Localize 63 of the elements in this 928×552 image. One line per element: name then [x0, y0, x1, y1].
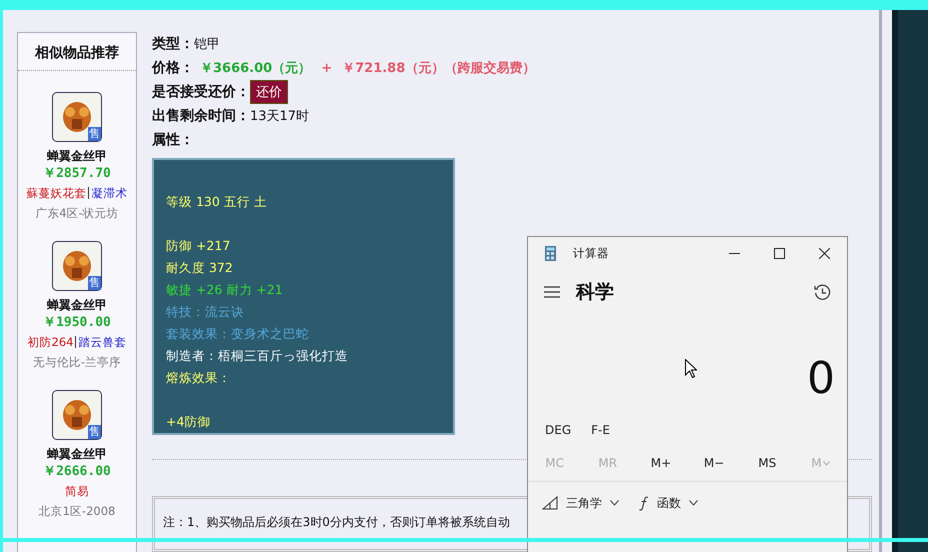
- type-value: 铠甲: [194, 36, 220, 54]
- option-button[interactable]: DEG: [535, 415, 582, 445]
- stat-line: 套装效果：变身术之巴蛇: [166, 325, 310, 344]
- note-text: 注：1、购买物品后必须在3时0分内支付，否则订单将被系统自动: [162, 515, 510, 530]
- function-menu[interactable]: 函数: [635, 490, 702, 516]
- time-value: 13天17时: [250, 108, 310, 126]
- item-tag: 踏云兽套: [78, 332, 126, 352]
- item-tag: 蘇蔓妖花套: [26, 183, 86, 203]
- sale-badge: 售: [88, 276, 101, 290]
- server-name: 无与伦比-兰亭序: [32, 354, 122, 371]
- menu-icon[interactable]: [544, 286, 560, 298]
- memory-button[interactable]: M−: [688, 445, 741, 481]
- sale-badge: 售: [88, 127, 101, 141]
- server-name: 广东4区-状元坊: [35, 205, 119, 222]
- attributes-label: 属性：: [152, 131, 194, 150]
- stat-line: 敏捷 +26 耐力 +21: [166, 281, 284, 300]
- time-label: 出售剩余时间：: [152, 107, 250, 126]
- sale-badge: 售: [88, 425, 101, 439]
- stat-line: 防御 +217: [166, 237, 232, 256]
- type-label: 类型：: [152, 35, 194, 54]
- function-menu[interactable]: 三角学: [538, 490, 623, 516]
- stat-line: +4防御: [166, 413, 212, 432]
- sidebar-title: 相似物品推荐: [18, 33, 136, 71]
- stat-line: 熔炼效果：: [166, 369, 232, 388]
- item-name[interactable]: 蝉翼金丝甲: [46, 148, 107, 165]
- stat-line: 制造者：梧桐三百斤っ强化打造: [166, 347, 349, 366]
- chevron-down-icon: [689, 500, 698, 506]
- bargain-label: 是否接受还价：: [152, 83, 250, 102]
- close-icon[interactable]: [819, 248, 830, 258]
- triangle-icon: [542, 496, 558, 510]
- item-thumbnail[interactable]: 售: [52, 241, 102, 291]
- plus-sign: +: [321, 60, 332, 76]
- bargain-button[interactable]: 还价: [250, 80, 288, 104]
- calculator-icon: [545, 246, 556, 260]
- maximize-icon[interactable]: [774, 248, 785, 258]
- price-value: ￥3666.00（元）: [200, 60, 312, 78]
- option-button[interactable]: F-E: [581, 415, 620, 445]
- price-label: 价格：: [152, 59, 194, 78]
- item-name[interactable]: 蝉翼金丝甲: [46, 297, 107, 314]
- item-price: ￥2857.70: [43, 165, 111, 183]
- window-title: 计算器: [573, 246, 610, 260]
- memory-button[interactable]: M+: [634, 445, 688, 481]
- item-tag: 凝滞术: [91, 183, 128, 203]
- pointer-cursor-icon: [685, 359, 697, 378]
- stat-line: 耐久度 372: [166, 259, 234, 278]
- fee-value: ￥721.88（元）（跨服交易费）: [342, 60, 536, 78]
- history-icon[interactable]: [814, 284, 831, 300]
- item-thumbnail[interactable]: 售: [52, 390, 102, 440]
- item-price: ￥2666.00: [43, 463, 111, 481]
- item-tag: 简易: [64, 481, 89, 501]
- stat-line: 特技：流云诀: [166, 303, 245, 322]
- function-icon: [639, 496, 649, 510]
- display-value: 0: [807, 352, 835, 406]
- mode-title: 科学: [576, 280, 615, 305]
- server-name: 北京1区-2008: [38, 503, 116, 520]
- memory-button[interactable]: MS: [740, 445, 794, 481]
- item-price: ￥1950.00: [43, 314, 111, 332]
- item-tag: 初防264: [28, 332, 74, 352]
- item-name[interactable]: 蝉翼金丝甲: [46, 446, 107, 463]
- item-thumbnail[interactable]: 售: [52, 92, 102, 142]
- chevron-down-icon: [822, 460, 830, 466]
- chevron-down-icon: [610, 500, 619, 506]
- stat-line: 等级 130 五行 土: [166, 193, 268, 212]
